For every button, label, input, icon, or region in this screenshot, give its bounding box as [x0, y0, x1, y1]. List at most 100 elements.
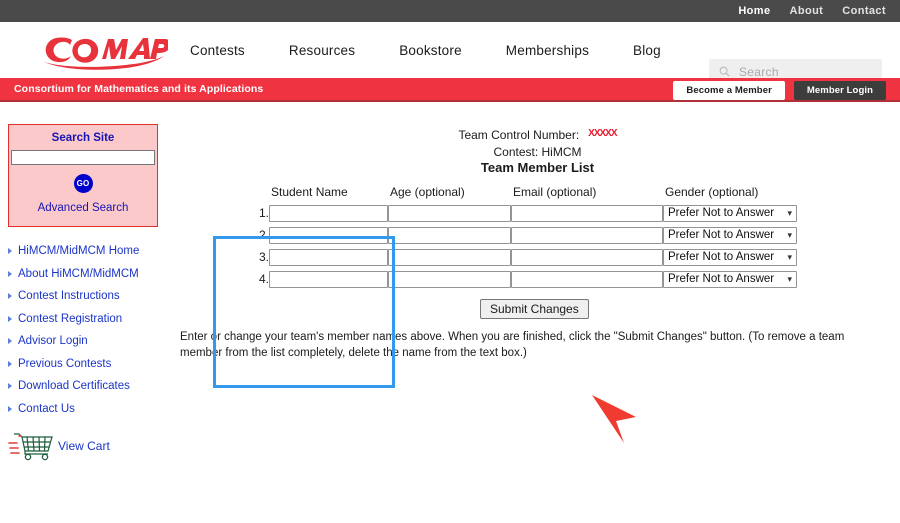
row-number: 3.: [251, 246, 269, 268]
sidebar-item-himcm-home[interactable]: HiMCM/MidMCM Home: [8, 245, 175, 257]
email-input-3[interactable]: [511, 249, 663, 266]
search-site-input[interactable]: [11, 150, 155, 165]
gender-select-value: Prefer Not to Answer: [668, 251, 774, 263]
nav-item-bookstore[interactable]: Bookstore: [399, 43, 462, 58]
gender-select-value: Prefer Not to Answer: [668, 229, 774, 241]
shopping-cart-icon: [8, 431, 54, 461]
team-control-value: XXXXX: [588, 128, 616, 139]
banner-buttons: Become a Member Member Login: [673, 81, 886, 100]
student-name-input-4[interactable]: [269, 271, 388, 288]
submit-row: Submit Changes: [480, 299, 900, 319]
chevron-down-icon: ▾: [787, 231, 792, 240]
chevron-down-icon: ▾: [787, 253, 792, 262]
student-name-input-1[interactable]: [269, 205, 388, 222]
sidebar-item-label: Contest Instructions: [18, 290, 120, 302]
become-a-member-button[interactable]: Become a Member: [673, 81, 784, 100]
view-cart-link[interactable]: View Cart: [8, 431, 175, 461]
column-header-student-name: Student Name: [269, 185, 388, 202]
sidebar-item-label: Previous Contests: [18, 358, 111, 370]
comap-logo[interactable]: [38, 26, 168, 72]
age-input-3[interactable]: [388, 249, 511, 266]
chevron-down-icon: ▾: [787, 275, 792, 284]
member-login-button[interactable]: Member Login: [794, 81, 886, 100]
sidebar-item-label: Contact Us: [18, 403, 75, 415]
top-utility-bar: Home About Contact: [0, 0, 900, 22]
bullet-icon: [8, 406, 12, 412]
view-cart-label: View Cart: [58, 439, 110, 453]
search-site-panel: Search Site GO Advanced Search: [8, 124, 158, 227]
email-input-4[interactable]: [511, 271, 663, 288]
nav-item-contests[interactable]: Contests: [190, 43, 245, 58]
bullet-icon: [8, 248, 12, 254]
sidebar-links: HiMCM/MidMCM Home About HiMCM/MidMCM Con…: [0, 245, 175, 415]
team-member-form: Student Name Age (optional) Email (optio…: [175, 185, 900, 361]
annotation-arrow-icon: [590, 391, 650, 447]
main-navigation: Contests Resources Bookstore Memberships…: [190, 22, 705, 78]
sidebar-item-about-himcm[interactable]: About HiMCM/MidMCM: [8, 268, 175, 280]
bullet-icon: [8, 316, 12, 322]
search-icon: [719, 66, 730, 77]
topbar-link-about[interactable]: About: [789, 5, 823, 17]
email-input-2[interactable]: [511, 227, 663, 244]
main-content: Team Control Number: XXXXX Contest: HiMCM…: [175, 104, 900, 361]
submit-changes-button[interactable]: Submit Changes: [480, 299, 589, 319]
age-input-1[interactable]: [388, 205, 511, 222]
red-banner: Consortium for Mathematics and its Appli…: [0, 78, 900, 102]
advanced-search-link[interactable]: Advanced Search: [9, 202, 157, 214]
sidebar-item-label: HiMCM/MidMCM Home: [18, 245, 139, 257]
header-search-placeholder: Search: [739, 65, 779, 79]
sidebar-item-contest-registration[interactable]: Contest Registration: [8, 313, 175, 325]
student-name-input-2[interactable]: [269, 227, 388, 244]
page-root: Home About Contact Contests Resources Bo…: [0, 0, 900, 523]
sidebar-item-download-certificates[interactable]: Download Certificates: [8, 380, 175, 392]
topbar-link-home[interactable]: Home: [738, 5, 770, 17]
sidebar-item-previous-contests[interactable]: Previous Contests: [8, 358, 175, 370]
age-input-2[interactable]: [388, 227, 511, 244]
gender-select-value: Prefer Not to Answer: [668, 207, 774, 219]
site-header: Contests Resources Bookstore Memberships…: [0, 22, 900, 78]
column-header-email: Email (optional): [511, 185, 663, 202]
banner-tagline: Consortium for Mathematics and its Appli…: [14, 83, 263, 95]
search-site-title: Search Site: [9, 132, 157, 144]
column-header-gender: Gender (optional): [663, 185, 797, 202]
go-button[interactable]: GO: [74, 174, 93, 193]
bullet-icon: [8, 383, 12, 389]
sidebar-item-label: Download Certificates: [18, 380, 130, 392]
sidebar-item-contest-instructions[interactable]: Contest Instructions: [8, 290, 175, 302]
chevron-down-icon: ▾: [787, 209, 792, 218]
gender-select-4[interactable]: Prefer Not to Answer ▾: [663, 271, 797, 288]
gender-select-value: Prefer Not to Answer: [668, 273, 774, 285]
row-number: 1.: [251, 202, 269, 224]
bullet-icon: [8, 293, 12, 299]
age-input-4[interactable]: [388, 271, 511, 288]
table-row: 3. Prefer Not to Answer ▾: [251, 246, 797, 268]
sidebar-item-label: Advisor Login: [18, 335, 88, 347]
gender-select-3[interactable]: Prefer Not to Answer ▾: [663, 249, 797, 266]
topbar-link-contact[interactable]: Contact: [842, 5, 886, 17]
nav-item-blog[interactable]: Blog: [633, 43, 661, 58]
table-row: 2. Prefer Not to Answer ▾: [251, 224, 797, 246]
email-input-1[interactable]: [511, 205, 663, 222]
team-member-table: Student Name Age (optional) Email (optio…: [251, 185, 797, 290]
row-number: 4.: [251, 268, 269, 290]
student-name-input-3[interactable]: [269, 249, 388, 266]
gender-select-2[interactable]: Prefer Not to Answer ▾: [663, 227, 797, 244]
team-header: Team Control Number: XXXXX Contest: HiMCM…: [175, 104, 900, 175]
nav-item-resources[interactable]: Resources: [289, 43, 355, 58]
table-row: 4. Prefer Not to Answer ▾: [251, 268, 797, 290]
sidebar-item-contact-us[interactable]: Contact Us: [8, 403, 175, 415]
bullet-icon: [8, 338, 12, 344]
bullet-icon: [8, 361, 12, 367]
bullet-icon: [8, 271, 12, 277]
team-control-row: Team Control Number: XXXXX: [175, 126, 900, 145]
th-spacer: [251, 185, 269, 202]
sidebar-item-advisor-login[interactable]: Advisor Login: [8, 335, 175, 347]
team-control-label: Team Control Number:: [458, 128, 579, 142]
contest-line: Contest: HiMCM: [175, 145, 900, 159]
sidebar-item-label: Contest Registration: [18, 313, 122, 325]
row-number: 2.: [251, 224, 269, 246]
nav-item-memberships[interactable]: Memberships: [506, 43, 589, 58]
form-instructions: Enter or change your team's member names…: [180, 330, 880, 361]
gender-select-1[interactable]: Prefer Not to Answer ▾: [663, 205, 797, 222]
table-row: 1. Prefer Not to Answer ▾: [251, 202, 797, 224]
